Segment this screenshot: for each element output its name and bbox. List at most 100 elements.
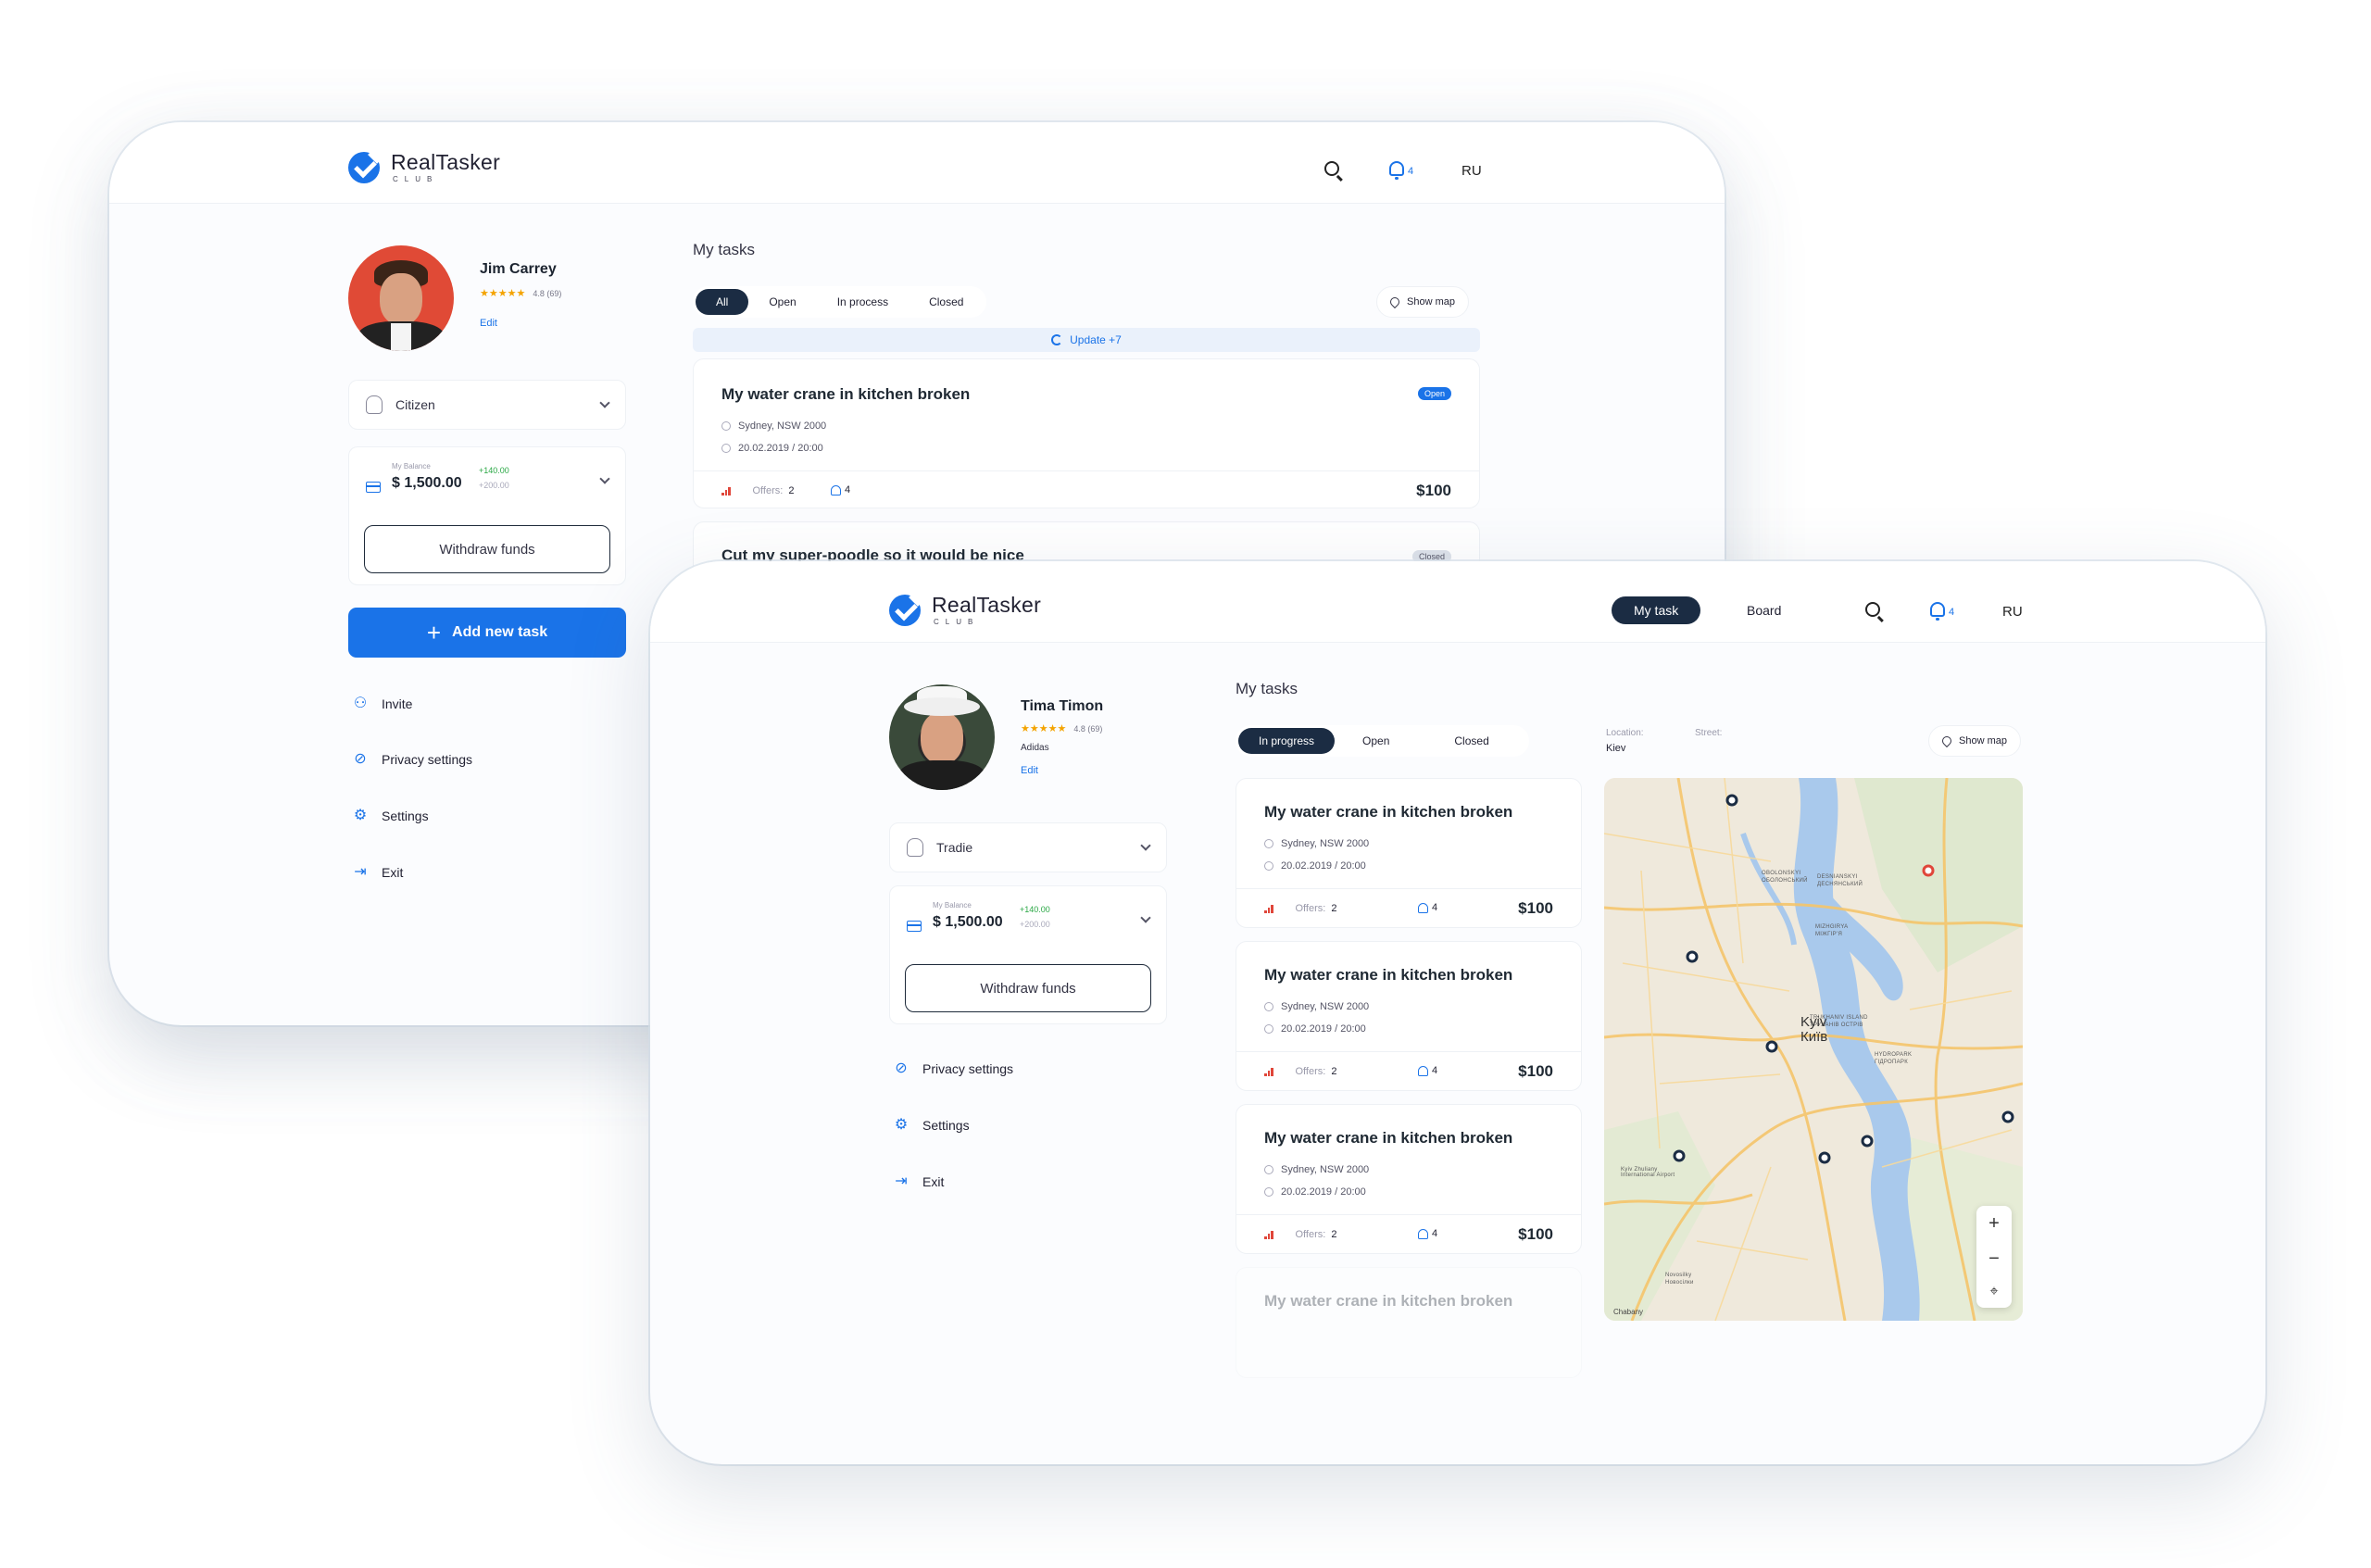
back-logo[interactable]: RealTasker CLUB xyxy=(348,145,501,183)
chevron-down-icon xyxy=(1140,840,1151,851)
tab-closed[interactable]: Closed xyxy=(1417,728,1525,754)
task-title: My water crane in kitchen broken xyxy=(1264,803,1513,821)
front-window: RealTasker CLUB My task Board 4 RU Tima … xyxy=(650,561,2265,1464)
offers-label: Offers: xyxy=(1295,1066,1326,1077)
task-location: Sydney, NSW 2000 xyxy=(1264,838,1369,849)
logo-check-icon xyxy=(889,588,927,626)
date-text: 20.02.2019 / 20:00 xyxy=(1281,1186,1366,1198)
section-title: My tasks xyxy=(693,241,756,258)
edit-profile-link[interactable]: Edit xyxy=(1021,765,1038,776)
search-icon[interactable] xyxy=(1324,161,1339,176)
map-label: Kyiv Zhuliany International Airport xyxy=(1621,1167,1675,1178)
avatar[interactable] xyxy=(889,684,995,790)
task-offers: Offers: 2 xyxy=(1264,1229,1336,1240)
offers-label: Offers: xyxy=(752,485,784,496)
map-pin-icon xyxy=(1387,295,1402,309)
bell-icon xyxy=(831,484,841,495)
logo-sub: CLUB xyxy=(393,175,439,183)
menu-exit[interactable]: ⇥ Exit xyxy=(893,1173,944,1190)
withdraw-funds-button[interactable]: Withdraw funds xyxy=(905,964,1151,1012)
language-switch[interactable]: RU xyxy=(1461,163,1482,179)
search-icon[interactable] xyxy=(1865,602,1880,617)
rating-stars: ★★★★★ 4.8 (69) xyxy=(1021,723,1103,734)
clock-icon xyxy=(1264,861,1273,871)
logo-name: RealTasker xyxy=(391,150,501,174)
tab-in-process[interactable]: In process xyxy=(817,289,909,315)
map-zoom-control: + − ⌖ xyxy=(1976,1206,2012,1308)
section-title: My tasks xyxy=(1236,680,1298,697)
location-value[interactable]: Kiev xyxy=(1606,743,1625,754)
notifications-button[interactable]: 4 xyxy=(1930,601,1954,621)
menu-settings[interactable]: ⚙ Settings xyxy=(893,1118,970,1134)
tab-closed[interactable]: Closed xyxy=(909,289,984,315)
tab-all[interactable]: All xyxy=(696,289,749,315)
task-card[interactable]: My water crane in kitchen broken xyxy=(1236,1267,1582,1378)
show-map-button[interactable]: Show map xyxy=(1928,725,2021,757)
balance-label: My Balance xyxy=(392,462,431,470)
show-map-button[interactable]: Show map xyxy=(1376,286,1469,318)
menu-settings[interactable]: ⚙ Settings xyxy=(352,808,429,824)
balance-pending: +200.00 xyxy=(479,481,509,490)
task-offers: Offers: 2 xyxy=(1264,1066,1336,1077)
chevron-down-icon[interactable] xyxy=(1140,912,1151,923)
location-icon xyxy=(721,421,731,431)
city-name-ua: Київ xyxy=(1800,1028,1828,1045)
signal-icon xyxy=(1264,1067,1273,1076)
balance-card: My Balance $ 1,500.00 +140.00 +200.00 Wi… xyxy=(889,885,1167,1024)
chevron-down-icon[interactable] xyxy=(599,473,610,484)
map-label: ГІДРОПАРК xyxy=(1875,1060,1909,1065)
nav-my-task[interactable]: My task xyxy=(1612,596,1701,624)
role-select[interactable]: Citizen xyxy=(348,380,626,430)
menu-privacy-settings[interactable]: ⊘ Privacy settings xyxy=(893,1061,1013,1077)
exit-icon: ⇥ xyxy=(895,1173,908,1189)
withdraw-funds-button[interactable]: Withdraw funds xyxy=(364,525,610,573)
role-value: Citizen xyxy=(395,397,435,412)
menu-exit[interactable]: ⇥ Exit xyxy=(352,865,403,881)
task-offers: Offers: 2 xyxy=(721,485,794,496)
nav-board[interactable]: Board xyxy=(1725,596,1803,624)
notifications-button[interactable]: 4 xyxy=(1389,160,1413,180)
map-label: ОБОЛОНСЬКИЙ xyxy=(1762,878,1808,884)
chevron-down-icon xyxy=(599,397,610,408)
task-title: My water crane in kitchen broken xyxy=(1264,966,1513,984)
task-card[interactable]: My water crane in kitchen broken Sydney,… xyxy=(1236,941,1582,1091)
role-select[interactable]: Tradie xyxy=(889,822,1167,872)
tab-open[interactable]: Open xyxy=(748,289,816,315)
gear-icon: ⚙ xyxy=(353,808,368,823)
map-pin-icon xyxy=(1939,734,1954,748)
edit-profile-link[interactable]: Edit xyxy=(480,318,497,329)
update-banner[interactable]: Update +7 xyxy=(693,328,1480,352)
menu-label: Settings xyxy=(922,1118,970,1133)
zoom-in-button[interactable]: + xyxy=(1988,1213,2000,1235)
notify-count: 4 xyxy=(845,484,851,495)
tab-open[interactable]: Open xyxy=(1335,728,1417,754)
task-map[interactable]: OBOLONSKYI ОБОЛОНСЬКИЙ DESNIANSKYI ДЕСНЯ… xyxy=(1604,778,2023,1321)
task-card[interactable]: My water crane in kitchen broken Sydney,… xyxy=(1236,778,1582,928)
bell-icon xyxy=(1389,161,1404,180)
language-switch[interactable]: RU xyxy=(2002,604,2023,620)
rating-stars: ★★★★★ 4.8 (69) xyxy=(480,288,562,299)
map-label: ДЕСНЯНСЬКИЙ xyxy=(1817,882,1863,887)
offers-label: Offers: xyxy=(1295,903,1326,914)
menu-invite[interactable]: ⚇ Invite xyxy=(352,696,413,712)
eye-off-icon: ⊘ xyxy=(354,751,367,767)
task-card[interactable]: My water crane in kitchen broken Open Sy… xyxy=(693,358,1480,508)
avatar[interactable] xyxy=(348,245,454,351)
locate-icon[interactable]: ⌖ xyxy=(1989,1284,1998,1300)
date-text: 20.02.2019 / 20:00 xyxy=(1281,1023,1366,1035)
map-label: OBOLONSKYI xyxy=(1762,871,1801,876)
menu-privacy-settings[interactable]: ⊘ Privacy settings xyxy=(352,751,472,768)
signal-icon xyxy=(1264,1230,1273,1239)
front-logo[interactable]: RealTasker CLUB xyxy=(889,588,1041,626)
tab-in-progress[interactable]: In progress xyxy=(1238,728,1336,754)
map-label: Новосілки xyxy=(1665,1280,1694,1286)
add-new-task-button[interactable]: + Add new task xyxy=(348,608,626,658)
zoom-out-button[interactable]: − xyxy=(1988,1248,2000,1270)
logo-check-icon xyxy=(348,145,386,183)
offers-count: 2 xyxy=(1331,1229,1337,1240)
map-canvas[interactable] xyxy=(1604,778,2023,1321)
task-filter-tabs: In progress Open Closed xyxy=(1236,725,1529,757)
task-card[interactable]: My water crane in kitchen broken Sydney,… xyxy=(1236,1104,1582,1254)
balance-value: $ 1,500.00 xyxy=(392,475,462,491)
task-notifications: 4 xyxy=(1418,1228,1437,1239)
